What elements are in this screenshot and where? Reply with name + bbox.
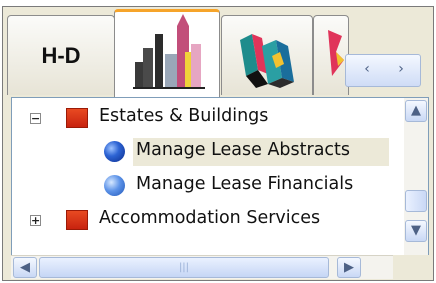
horizontal-scrollbar[interactable]: ◀ ||| ▶ <box>11 255 393 279</box>
expand-toggle[interactable]: + <box>30 215 41 226</box>
tree-item-label: Manage Lease Financials <box>136 174 354 194</box>
vertical-scroll-thumb[interactable] <box>405 190 427 212</box>
tree-view: − Estates & Buildings Manage Lease Abstr… <box>11 97 429 269</box>
collapse-toggle[interactable]: − <box>30 113 41 124</box>
tree-item-estates-buildings[interactable]: − Estates & Buildings <box>12 104 406 132</box>
tab-scroll-right-button[interactable]: › <box>386 61 416 77</box>
city-skyline-icon <box>133 14 205 89</box>
blue-orb-light-icon <box>104 175 125 196</box>
blue-orb-dark-icon <box>104 141 125 162</box>
tab-scroll-left-button[interactable]: ‹ <box>352 61 382 77</box>
tab-hd-label: H-D <box>41 43 81 68</box>
red-folder-icon <box>66 108 88 128</box>
tab-buildings[interactable] <box>114 9 220 97</box>
scroll-up-button[interactable]: ▲ <box>405 100 427 122</box>
tree-panel-frame: H-D ‹ › − Estates & Buildings Manage Lea… <box>2 6 434 281</box>
tree-item-label: Estates & Buildings <box>99 106 269 126</box>
tree-item-accommodation-services[interactable]: + Accommodation Services <box>12 206 406 234</box>
tree-item-manage-lease-financials[interactable]: Manage Lease Financials <box>12 172 406 200</box>
horizontal-scroll-thumb[interactable]: ||| <box>39 257 329 278</box>
tab-strip: H-D ‹ › <box>3 7 433 97</box>
scrollbar-corner <box>393 255 429 279</box>
scroll-right-button[interactable]: ▶ <box>337 257 361 278</box>
scroll-left-button[interactable]: ◀ <box>13 257 37 278</box>
red-folder-icon <box>66 210 88 230</box>
stacked-boxes-icon <box>240 34 294 88</box>
tree-item-label: Accommodation Services <box>99 208 321 228</box>
tab-hd[interactable]: H-D <box>7 15 115 95</box>
tree-item-label: Manage Lease Abstracts <box>136 140 351 160</box>
vertical-scrollbar[interactable]: ▲ ▼ <box>404 98 428 268</box>
tab-partial[interactable] <box>313 15 349 95</box>
tree-item-manage-lease-abstracts[interactable]: Manage Lease Abstracts <box>12 138 406 166</box>
tab-scroller: ‹ › <box>345 54 421 87</box>
scroll-down-button[interactable]: ▼ <box>405 220 427 242</box>
tab-boxes[interactable] <box>221 15 313 95</box>
